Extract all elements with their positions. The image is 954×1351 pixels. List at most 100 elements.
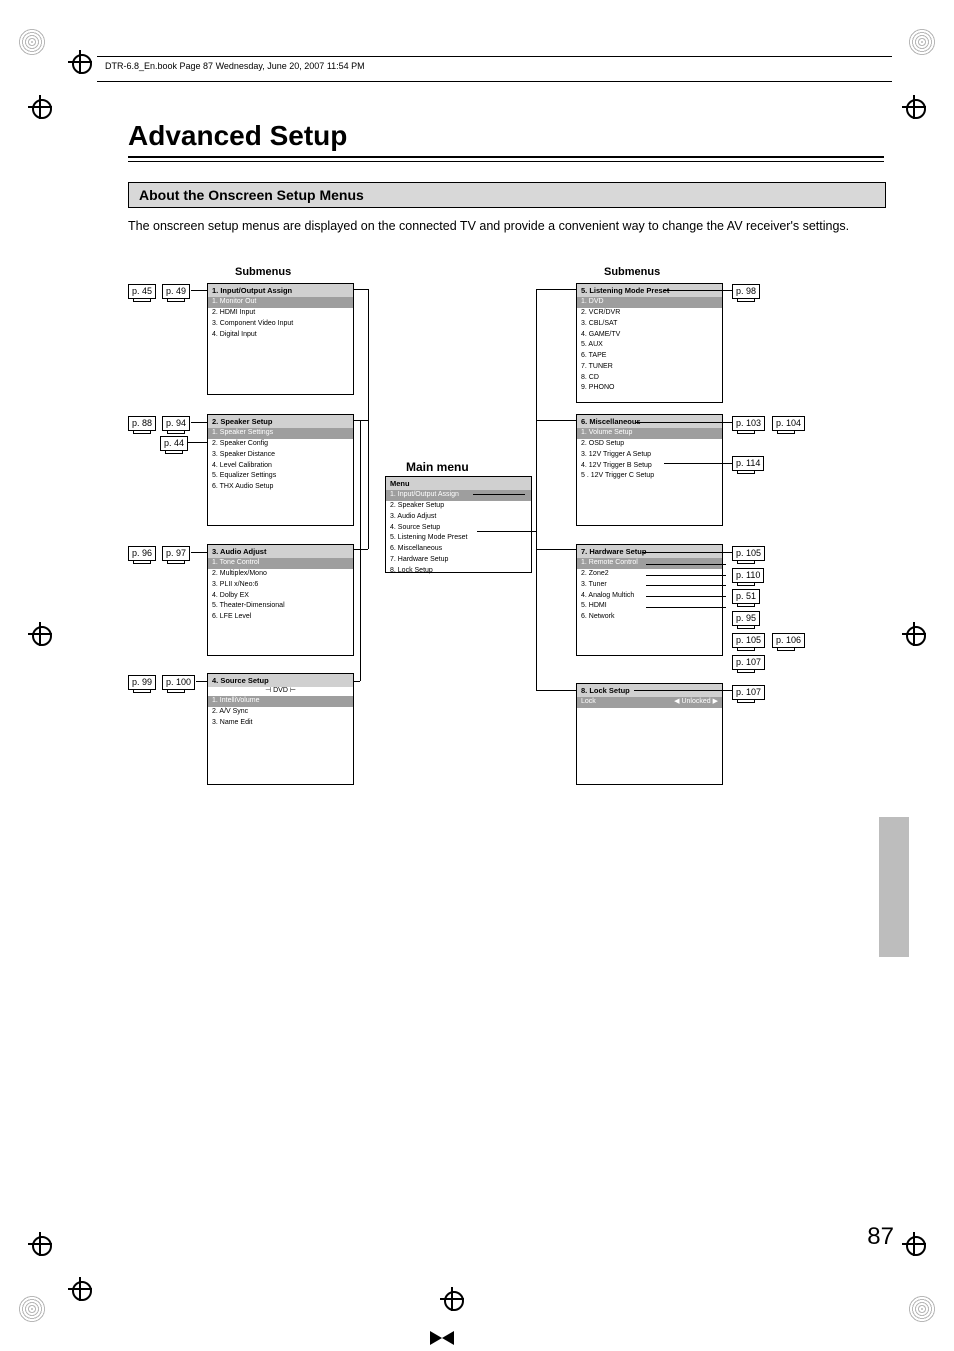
- main-menu-item: 6. Miscellaneous: [386, 544, 531, 555]
- panel-item: 3. Component Video Input: [208, 319, 353, 330]
- panel-item: 3. Speaker Distance: [208, 450, 353, 461]
- panel-item: 4. Dolby EX: [208, 591, 353, 602]
- panel-item: 4. Level Calibration: [208, 461, 353, 472]
- page-ref[interactable]: p. 100: [162, 675, 195, 690]
- page-ref[interactable]: p. 106: [772, 633, 805, 648]
- panel-hardware-setup: 7. Hardware Setup 1. Remote Control 2. Z…: [576, 544, 723, 656]
- panel-item: 8. CD: [577, 373, 722, 384]
- page-number: 87: [867, 1223, 894, 1251]
- connector: [473, 494, 525, 495]
- main-menu-label: Main menu: [406, 460, 469, 474]
- crop-ornament: [908, 1295, 936, 1323]
- page-ref[interactable]: p. 49: [162, 284, 190, 299]
- submenus-label-left: Submenus: [235, 266, 291, 278]
- connector: [536, 549, 576, 550]
- page-ref[interactable]: p. 96: [128, 546, 156, 561]
- panel-item: 1. Volume Setup: [577, 428, 722, 439]
- panel-item: 9. PHONO: [577, 383, 722, 394]
- crop-ornament: [18, 28, 46, 56]
- lock-value: ◀ Unlocked ▶: [674, 698, 718, 707]
- crop-ornament: [908, 28, 936, 56]
- connector: [642, 552, 732, 553]
- panel-item: 6. LFE Level: [208, 612, 353, 623]
- header-text: DTR-6.8_En.book Page 87 Wednesday, June …: [105, 61, 365, 71]
- connector: [191, 552, 207, 553]
- page-ref[interactable]: p. 98: [732, 284, 760, 299]
- panel-title-text: 4. Source Setup: [212, 676, 269, 685]
- page-ref[interactable]: p. 44: [160, 436, 188, 451]
- triangle-pair-icon: [430, 1331, 454, 1348]
- page-ref[interactable]: p. 97: [162, 546, 190, 561]
- panel-item: 4. Digital Input: [208, 330, 353, 341]
- connector: [536, 690, 576, 691]
- panel-item: Lock ◀ Unlocked ▶: [577, 697, 722, 708]
- connector: [191, 422, 207, 423]
- connector: [646, 564, 726, 565]
- section-heading-bar: About the Onscreen Setup Menus: [128, 182, 886, 208]
- panel-io-assign: 1. Input/Output Assign 1. Monitor Out 2.…: [207, 283, 354, 395]
- panel-item: 7. TUNER: [577, 362, 722, 373]
- page-ref[interactable]: p. 107: [732, 685, 765, 700]
- panel-item: 5. Equalizer Settings: [208, 471, 353, 482]
- panel-item: 1. Monitor Out: [208, 297, 353, 308]
- page-ref[interactable]: p. 94: [162, 416, 190, 431]
- main-menu-item: 2. Speaker Setup: [386, 501, 531, 512]
- panel-item: 3. CBL/SAT: [577, 319, 722, 330]
- registration-mark: [902, 95, 926, 119]
- page-ref[interactable]: p. 114: [732, 456, 764, 471]
- section-heading: About the Onscreen Setup Menus: [139, 187, 364, 203]
- connector: [646, 607, 726, 608]
- panel-item: 6. THX Audio Setup: [208, 482, 353, 493]
- page-ref[interactable]: p. 110: [732, 568, 764, 583]
- panel-item: 2. Speaker Config: [208, 439, 353, 450]
- panel-item: 4. GAME/TV: [577, 330, 722, 341]
- panel-main-menu: Menu 1. Input/Output Assign 2. Speaker S…: [385, 476, 532, 573]
- page-ref[interactable]: p. 103: [732, 416, 765, 431]
- page-ref[interactable]: p. 88: [128, 416, 156, 431]
- connector: [353, 681, 360, 682]
- panel-title: 4. Source Setup: [208, 674, 353, 687]
- panel-lock-setup: 8. Lock Setup Lock ◀ Unlocked ▶: [576, 683, 723, 785]
- panel-item: 5. Theater-Dimensional: [208, 601, 353, 612]
- page-title: Advanced Setup: [128, 120, 347, 152]
- registration-mark: [28, 95, 52, 119]
- connector: [360, 420, 361, 681]
- panel-item: 3. 12V Trigger A Setup: [577, 450, 722, 461]
- page-ref[interactable]: p. 45: [128, 284, 156, 299]
- page-ref[interactable]: p. 95: [732, 611, 760, 626]
- panel-item: 3. Name Edit: [208, 718, 353, 729]
- panel-item: 6. TAPE: [577, 351, 722, 362]
- page-ref[interactable]: p. 105: [732, 546, 765, 561]
- connector: [196, 681, 208, 682]
- panel-item: 6. Network: [577, 612, 722, 623]
- panel-item: 1. DVD: [577, 297, 722, 308]
- panel-item: 2. A/V Sync: [208, 707, 353, 718]
- panel-item: 3. PLII x/Neo:6: [208, 580, 353, 591]
- connector: [188, 442, 208, 443]
- connector: [536, 420, 576, 421]
- registration-mark: [68, 50, 92, 74]
- connector: [646, 596, 726, 597]
- connector: [536, 289, 576, 290]
- page-ref[interactable]: p. 107: [732, 655, 765, 670]
- page-ref[interactable]: p. 105: [732, 633, 765, 648]
- connector: [634, 690, 732, 691]
- connector: [636, 422, 732, 423]
- panel-item: 5. AUX: [577, 340, 722, 351]
- title-rule: [128, 156, 884, 158]
- main-menu-item: 1. Input/Output Assign: [386, 490, 531, 501]
- submenus-label-right: Submenus: [604, 266, 660, 278]
- panel-title: Menu: [386, 477, 531, 490]
- panel-item: 1. Tone Control: [208, 558, 353, 569]
- connector: [646, 575, 726, 576]
- side-tab: [879, 817, 909, 957]
- main-menu-item: 8. Lock Setup: [386, 566, 531, 577]
- lock-label: Lock: [581, 698, 596, 707]
- panel-speaker-setup: 2. Speaker Setup 1. Speaker Settings 2. …: [207, 414, 354, 526]
- page-ref[interactable]: p. 104: [772, 416, 805, 431]
- page-ref[interactable]: p. 51: [732, 589, 760, 604]
- connector: [664, 290, 732, 291]
- panel-title: 1. Input/Output Assign: [208, 284, 353, 297]
- page-ref[interactable]: p. 99: [128, 675, 156, 690]
- panel-subtitle-text: DVD: [273, 687, 288, 694]
